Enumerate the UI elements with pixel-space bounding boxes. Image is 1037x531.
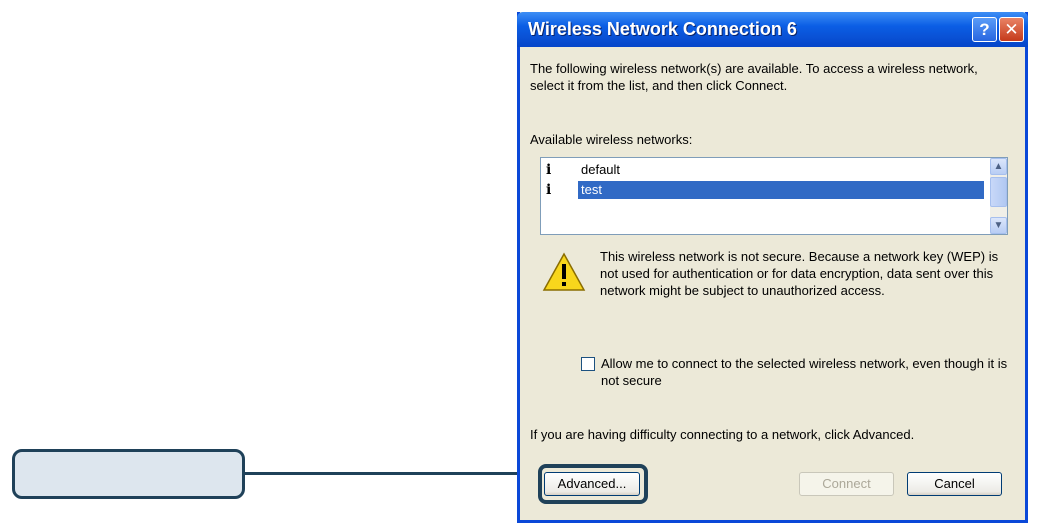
connect-button[interactable]: Connect [799,472,894,496]
advanced-help-text: If you are having difficulty connecting … [530,427,915,442]
scroll-thumb[interactable] [990,177,1007,207]
allow-insecure-checkbox[interactable] [581,357,595,371]
info-icon: i [546,162,552,178]
callout-box [12,449,245,499]
available-networks-label: Available wireless networks: [530,132,693,147]
network-list-item[interactable]: i default [543,160,983,180]
listbox-scrollbar[interactable]: ▲ ▼ [990,158,1007,234]
help-button[interactable]: ? [972,17,997,42]
security-warning-text: This wireless network is not secure. Bec… [600,249,999,298]
network-list-item-selected[interactable]: i test [543,180,984,200]
network-listbox[interactable]: i default i test ▲ ▼ [540,157,1008,235]
scroll-up-icon[interactable]: ▲ [990,158,1007,175]
intro-text: The following wireless network(s) are av… [530,61,978,93]
warning-icon [542,252,586,291]
network-name: default [581,162,621,177]
callout-connector-line [245,472,535,475]
wireless-connection-dialog: Wireless Network Connection 6 ? ✕ The fo… [517,12,1028,523]
dialog-titlebar[interactable]: Wireless Network Connection 6 ? ✕ [517,12,1028,47]
allow-insecure-label[interactable]: Allow me to connect to the selected wire… [601,355,1021,389]
advanced-button-highlight [538,464,648,504]
scroll-down-icon[interactable]: ▼ [990,217,1007,234]
dialog-title: Wireless Network Connection 6 [528,19,797,39]
close-button[interactable]: ✕ [999,17,1024,42]
cancel-button[interactable]: Cancel [907,472,1002,496]
info-icon: i [546,182,552,198]
network-name: test [578,181,984,199]
